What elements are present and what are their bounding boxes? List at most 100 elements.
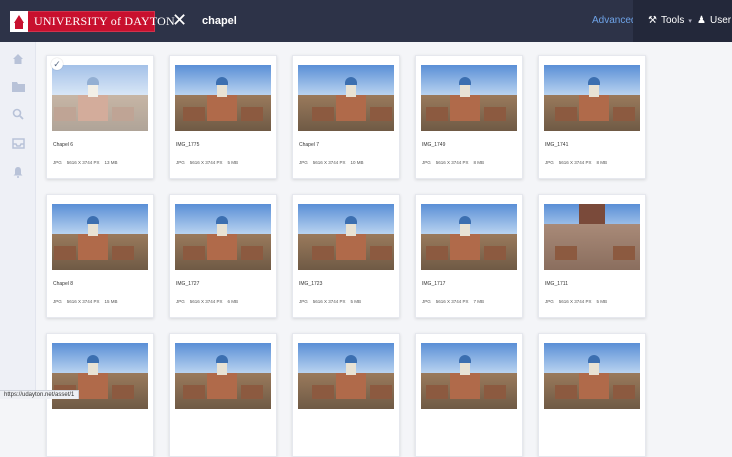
- asset-size: 8 MB: [473, 160, 485, 165]
- asset-title: IMG_1775: [176, 142, 200, 148]
- asset-format: JPG: [545, 299, 554, 304]
- asset-title: Chapel 8: [53, 281, 74, 287]
- asset-thumbnail[interactable]: [421, 343, 517, 409]
- asset-title: IMG_1727: [176, 281, 200, 287]
- search-query[interactable]: chapel: [202, 15, 237, 27]
- asset-card[interactable]: IMG_1711 JPG 5616 X 3744 PX 5 MB: [538, 194, 646, 318]
- asset-thumbnail[interactable]: [421, 65, 517, 131]
- asset-meta: JPG 5616 X 3744 PX 5 MB: [299, 299, 361, 304]
- select-checkbox[interactable]: [543, 336, 555, 348]
- asset-card[interactable]: [169, 333, 277, 457]
- asset-card[interactable]: [415, 333, 523, 457]
- university-logo[interactable]: UNIVERSITY of DAYTON: [10, 11, 175, 32]
- user-icon: ♟: [697, 15, 706, 26]
- asset-format: JPG: [422, 299, 431, 304]
- home-icon[interactable]: [11, 52, 25, 66]
- brand-name: UNIVERSITY of DAYTON: [34, 14, 175, 28]
- asset-size: 6 MB: [227, 299, 239, 304]
- asset-dimensions: 5616 X 3744 PX: [558, 299, 592, 304]
- select-checkbox[interactable]: [543, 197, 555, 209]
- asset-thumbnail[interactable]: [52, 204, 148, 270]
- select-checkbox[interactable]: [420, 336, 432, 348]
- asset-title: IMG_1723: [299, 281, 323, 287]
- asset-card[interactable]: IMG_1741 JPG 5616 X 3744 PX 8 MB: [538, 55, 646, 179]
- asset-format: JPG: [53, 299, 62, 304]
- asset-card[interactable]: Chapel 7 JPG 5616 X 3744 PX 10 MB: [292, 55, 400, 179]
- asset-size: 8 MB: [596, 160, 608, 165]
- asset-card[interactable]: ✓ Chapel 6 JPG 5616 X 3744 PX 13 MB: [46, 55, 154, 179]
- select-checkbox[interactable]: [543, 58, 555, 70]
- asset-thumbnail[interactable]: [544, 204, 640, 270]
- asset-size: 5 MB: [596, 299, 608, 304]
- search-icon[interactable]: [11, 107, 25, 121]
- asset-format: JPG: [545, 160, 554, 165]
- asset-thumbnail[interactable]: [175, 204, 271, 270]
- asset-meta: JPG 5616 X 3744 PX 7 MB: [422, 299, 484, 304]
- asset-thumbnail[interactable]: [298, 204, 394, 270]
- sidebar: [0, 42, 36, 398]
- select-checkbox[interactable]: [420, 197, 432, 209]
- asset-dimensions: 5616 X 3744 PX: [189, 299, 223, 304]
- asset-dimensions: 5616 X 3744 PX: [66, 299, 100, 304]
- asset-format: JPG: [53, 160, 62, 165]
- inbox-icon[interactable]: [11, 136, 25, 150]
- tools-menu[interactable]: ⚒ Tools ▾: [648, 15, 692, 26]
- asset-dimensions: 5616 X 3744 PX: [435, 299, 469, 304]
- select-checkbox[interactable]: [297, 197, 309, 209]
- asset-dimensions: 5616 X 3744 PX: [312, 160, 346, 165]
- select-checkbox[interactable]: [297, 58, 309, 70]
- select-checkbox[interactable]: [51, 197, 63, 209]
- select-checkbox[interactable]: [174, 58, 186, 70]
- folder-icon[interactable]: [11, 79, 25, 93]
- asset-dimensions: 5616 X 3744 PX: [312, 299, 346, 304]
- asset-thumbnail[interactable]: [544, 343, 640, 409]
- select-checkbox[interactable]: [174, 197, 186, 209]
- top-bar: UNIVERSITY of DAYTON ✕ chapel Advanced ⚒…: [0, 0, 732, 42]
- clear-search-button[interactable]: ✕: [172, 11, 187, 29]
- asset-dimensions: 5616 X 3744 PX: [66, 160, 100, 165]
- asset-thumbnail[interactable]: [175, 65, 271, 131]
- asset-card[interactable]: Chapel 8 JPG 5616 X 3744 PX 15 MB: [46, 194, 154, 318]
- asset-thumbnail[interactable]: [421, 204, 517, 270]
- advanced-search-link[interactable]: Advanced: [592, 15, 636, 26]
- asset-card[interactable]: IMG_1723 JPG 5616 X 3744 PX 5 MB: [292, 194, 400, 318]
- asset-title: Chapel 6: [53, 142, 74, 148]
- asset-format: JPG: [422, 160, 431, 165]
- tools-label: Tools: [660, 15, 685, 26]
- asset-thumbnail[interactable]: [298, 343, 394, 409]
- asset-title: IMG_1741: [545, 142, 569, 148]
- asset-meta: JPG 5616 X 3744 PX 8 MB: [545, 160, 607, 165]
- asset-meta: JPG 5616 X 3744 PX 10 MB: [299, 160, 364, 165]
- asset-thumbnail[interactable]: [52, 65, 148, 131]
- asset-thumbnail[interactable]: [52, 343, 148, 409]
- asset-title: IMG_1749: [422, 142, 446, 148]
- asset-meta: JPG 5616 X 3744 PX 13 MB: [53, 160, 118, 165]
- asset-size: 7 MB: [473, 299, 485, 304]
- asset-thumbnail[interactable]: [298, 65, 394, 131]
- asset-thumbnail[interactable]: [544, 65, 640, 131]
- asset-card[interactable]: IMG_1727 JPG 5616 X 3744 PX 6 MB: [169, 194, 277, 318]
- asset-size: 5 MB: [350, 299, 362, 304]
- asset-thumbnail[interactable]: [175, 343, 271, 409]
- select-checkbox[interactable]: [174, 336, 186, 348]
- asset-card[interactable]: [292, 333, 400, 457]
- asset-format: JPG: [176, 299, 185, 304]
- asset-format: JPG: [299, 299, 308, 304]
- asset-title: Chapel 7: [299, 142, 320, 148]
- wrench-icon: ⚒: [648, 15, 657, 26]
- bell-icon[interactable]: [11, 165, 25, 179]
- user-menu[interactable]: ♟ User ▾: [697, 15, 732, 26]
- asset-card[interactable]: IMG_1749 JPG 5616 X 3744 PX 8 MB: [415, 55, 523, 179]
- select-checkbox[interactable]: [297, 336, 309, 348]
- asset-format: JPG: [176, 160, 185, 165]
- asset-meta: JPG 5616 X 3744 PX 15 MB: [53, 299, 118, 304]
- select-checkbox[interactable]: ✓: [51, 58, 63, 70]
- asset-card[interactable]: IMG_1717 JPG 5616 X 3744 PX 7 MB: [415, 194, 523, 318]
- asset-card[interactable]: [538, 333, 646, 457]
- user-label: User: [709, 15, 732, 26]
- select-checkbox[interactable]: [420, 58, 432, 70]
- asset-meta: JPG 5616 X 3744 PX 5 MB: [545, 299, 607, 304]
- asset-card[interactable]: IMG_1775 JPG 5616 X 3744 PX 5 MB: [169, 55, 277, 179]
- asset-title: IMG_1717: [422, 281, 446, 287]
- select-checkbox[interactable]: [51, 336, 63, 348]
